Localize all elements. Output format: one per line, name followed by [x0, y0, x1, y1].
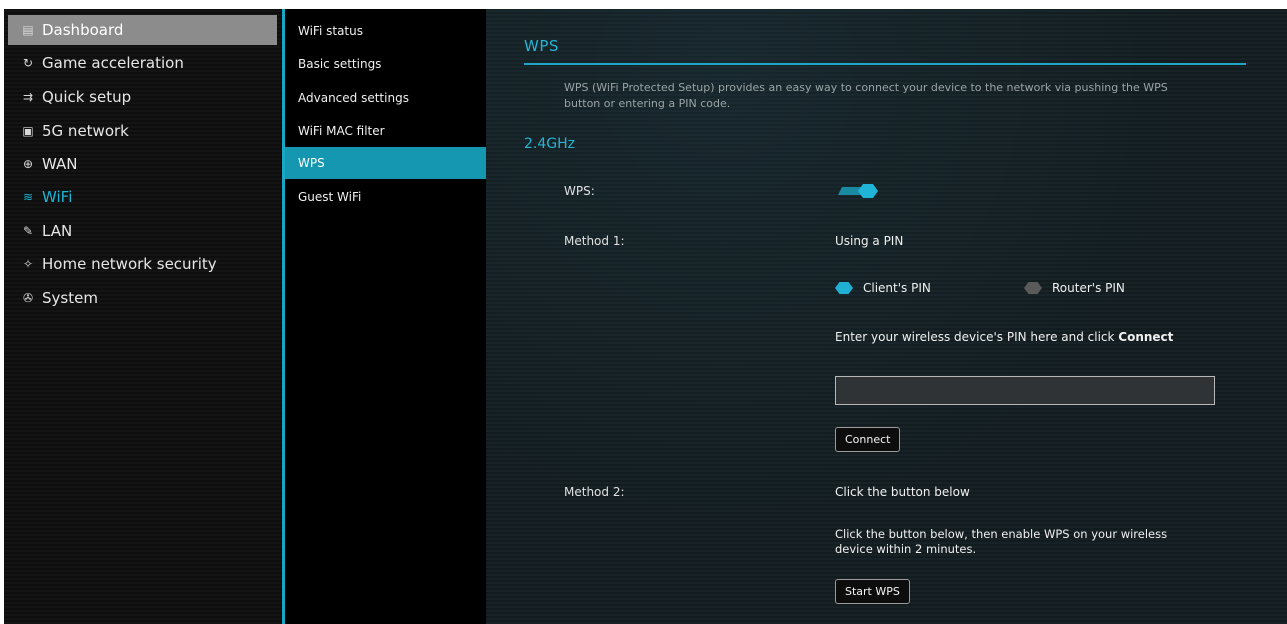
sidebar-item-label: System [42, 289, 98, 307]
radio-label: Client's PIN [863, 281, 931, 295]
sidebar-item-label: LAN [42, 222, 73, 240]
subnav-item-wifi-status[interactable]: WiFi status [285, 15, 486, 47]
wifi-icon: ≋ [22, 190, 34, 204]
sidebar-item-dashboard[interactable]: ▤ Dashboard [8, 15, 277, 45]
sidebar-item-system[interactable]: ✇ System [8, 283, 277, 313]
sidebar-item-label: Game acceleration [42, 54, 184, 72]
sidebar-item-label: 5G network [42, 122, 129, 140]
system-icon: ✇ [22, 291, 34, 305]
radio-selected-icon [835, 282, 853, 294]
subnav-item-basic-settings[interactable]: Basic settings [285, 48, 486, 80]
lan-icon: ✎ [22, 224, 34, 238]
radio-label: Router's PIN [1052, 281, 1125, 295]
pin-instruction-text: Enter your wireless device's PIN here an… [835, 330, 1119, 344]
sidebar-item-wan[interactable]: ⊕ WAN [8, 149, 277, 179]
subnav-item-wps[interactable]: WPS [285, 147, 486, 179]
sidebar-item-label: WiFi [42, 188, 73, 206]
sidebar-item-game-acceleration[interactable]: ↻ Game acceleration [8, 48, 277, 78]
subnav-item-wifi-mac-filter[interactable]: WiFi MAC filter [285, 115, 486, 147]
method2-description: Click the button below, then enable WPS … [835, 527, 1168, 556]
dashboard-icon: ▤ [22, 23, 34, 37]
subnav-item-guest-wifi[interactable]: Guest WiFi [285, 181, 486, 213]
connect-button[interactable]: Connect [835, 427, 901, 452]
5g-network-icon: ▣ [22, 124, 34, 138]
start-wps-button[interactable]: Start WPS [835, 579, 910, 604]
sidebar-item-lan[interactable]: ✎ LAN [8, 216, 277, 246]
band-title: 2.4GHz [524, 136, 575, 152]
page-title: WPS [524, 37, 559, 55]
main-content: WPS WPS (WiFi Protected Setup) provides … [486, 9, 1287, 624]
toggle-knob [858, 184, 878, 198]
radio-unselected-icon [1024, 282, 1042, 294]
title-divider [524, 63, 1246, 65]
quick-setup-icon: ⇉ [22, 90, 34, 104]
sidebar-item-wifi[interactable]: ≋ WiFi [8, 182, 277, 212]
wps-toggle[interactable] [836, 183, 880, 199]
sidebar-item-label: Quick setup [42, 88, 132, 106]
subnav-item-advanced-settings[interactable]: Advanced settings [285, 82, 486, 114]
pin-input[interactable] [835, 376, 1215, 405]
game-acceleration-icon: ↻ [22, 56, 34, 70]
sidebar-item-quick-setup[interactable]: ⇉ Quick setup [8, 82, 277, 112]
radio-routers-pin[interactable]: Router's PIN [1024, 281, 1125, 295]
method2-label: Method 2: [564, 485, 625, 499]
wan-globe-icon: ⊕ [22, 157, 34, 171]
sidebar-item-5g-network[interactable]: ▣ 5G network [8, 116, 277, 146]
wps-label: WPS: [564, 184, 595, 198]
method1-value: Using a PIN [835, 234, 904, 248]
sidebar-item-label: Dashboard [42, 21, 124, 39]
wifi-subnav: WiFi status Basic settings Advanced sett… [285, 9, 486, 624]
pin-instruction: Enter your wireless device's PIN here an… [835, 330, 1173, 344]
method1-label: Method 1: [564, 234, 625, 248]
home-network-security-icon: ✧ [22, 257, 34, 271]
router-admin-window: ▤ Dashboard ↻ Game acceleration ⇉ Quick … [4, 9, 1287, 624]
radio-clients-pin[interactable]: Client's PIN [835, 281, 931, 295]
method2-value: Click the button below [835, 485, 970, 499]
sidebar-item-label: Home network security [42, 255, 217, 273]
main-sidebar: ▤ Dashboard ↻ Game acceleration ⇉ Quick … [4, 9, 281, 624]
page-description: WPS (WiFi Protected Setup) provides an e… [564, 81, 1168, 110]
sidebar-item-label: WAN [42, 155, 78, 173]
pin-instruction-connect: Connect [1118, 330, 1174, 344]
sidebar-item-home-network-security[interactable]: ✧ Home network security [8, 249, 277, 279]
